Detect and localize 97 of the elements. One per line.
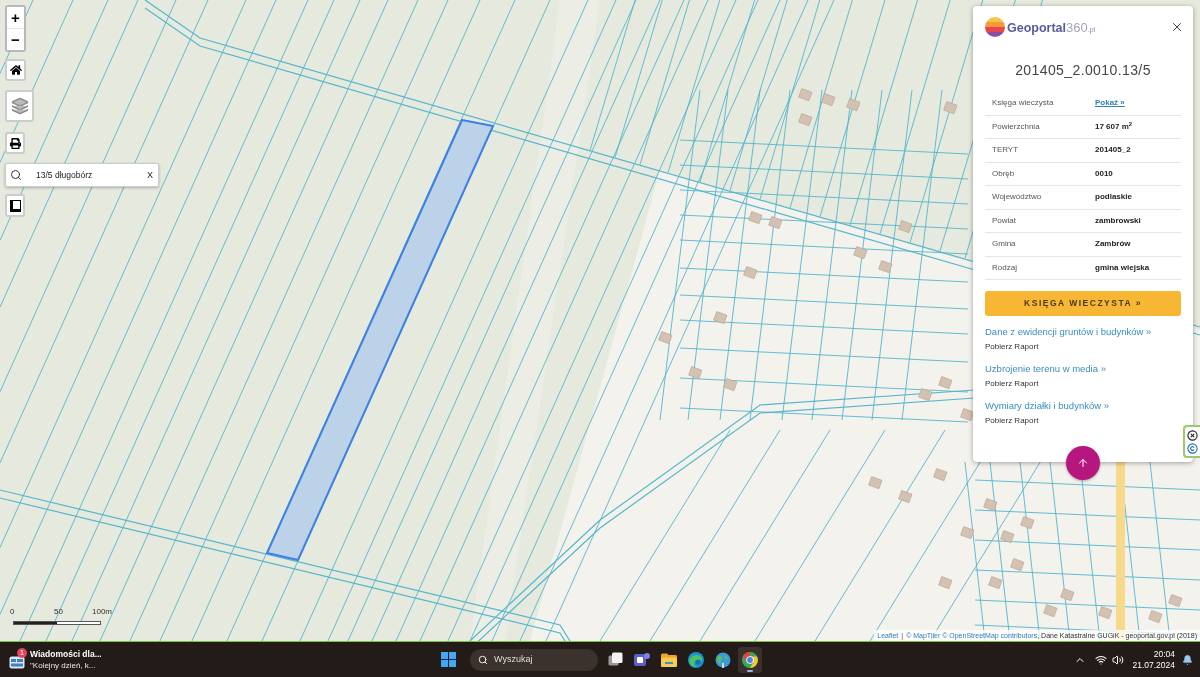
copyright-icon[interactable]: [1187, 442, 1198, 454]
field-value: gmina wiejska: [1095, 261, 1150, 274]
building-footprint: [898, 490, 913, 504]
building-footprint: [798, 88, 813, 102]
report-link[interactable]: Dane z ewidencji gruntów i budynków »: [985, 326, 1152, 338]
close-icon: [1170, 20, 1184, 34]
striped-ball-logo-icon: [985, 17, 1005, 37]
building-footprint: [960, 526, 975, 540]
widget-board-icon: [9, 655, 25, 669]
building-footprint: [1010, 558, 1025, 572]
layers-icon: [10, 97, 29, 115]
building-footprint: [798, 113, 813, 127]
building-footprint: [1020, 516, 1035, 530]
building-footprint: [1168, 594, 1183, 608]
wifi-icon[interactable]: [1095, 653, 1108, 666]
field-label: Gmina: [992, 238, 1017, 251]
building-footprint: [1148, 610, 1163, 624]
report-link[interactable]: Wymiary działki i budynków »: [985, 400, 1109, 412]
building-footprint: [743, 266, 758, 280]
swirl-circle-icon: [688, 651, 704, 668]
building-footprint: [938, 376, 953, 390]
close-circle-icon[interactable]: [1187, 429, 1198, 441]
field-value: 201405_2: [1095, 144, 1131, 157]
layers-button[interactable]: [5, 90, 34, 122]
zoom-in-button[interactable]: +: [7, 7, 24, 28]
building-footprint: [846, 98, 861, 112]
parcel-title: 201405_2.0010.13/5: [1015, 62, 1151, 78]
globe-icon: [715, 651, 731, 668]
search-icon: [10, 169, 22, 181]
building-footprint: [983, 498, 998, 512]
building-footprint: [988, 576, 1003, 590]
arrow-up-icon: [1077, 457, 1089, 469]
building-footprint: [943, 101, 958, 115]
tricolor-circle-icon: [742, 651, 758, 668]
stacked-windows-icon: [607, 652, 623, 667]
building-footprint: [938, 576, 953, 590]
field-label: Rodzaj: [992, 261, 1018, 274]
building-footprint: [1098, 606, 1113, 620]
taskbar-search-field[interactable]: Wyszukaj: [470, 648, 598, 671]
building-footprint: [748, 211, 763, 225]
building-footprint: [853, 246, 868, 260]
search-icon: [478, 654, 488, 665]
field-label: TERYT: [992, 144, 1020, 157]
zoom-out-button[interactable]: −: [7, 29, 24, 50]
bookmark-button[interactable]: [5, 194, 25, 217]
field-value: podlaskie: [1095, 191, 1132, 204]
field-label: Województwo: [992, 191, 1043, 204]
search-field[interactable]: 13/5 długobórz X: [5, 163, 159, 187]
close-button[interactable]: [1170, 20, 1184, 34]
show-link[interactable]: Pokaż »: [1095, 97, 1125, 110]
building-footprint: [933, 468, 948, 482]
field-value: 0010: [1095, 167, 1113, 180]
building-footprint: [1043, 604, 1058, 618]
building-footprint: [713, 311, 728, 325]
download-report-link[interactable]: Pobierz Raport: [985, 415, 1039, 427]
building-footprint: [878, 260, 893, 274]
building-footprint: [723, 378, 738, 392]
widget-title: Wiadomości dla...: [30, 648, 102, 660]
field-label: Powierzchnia: [992, 120, 1041, 133]
land-register-button[interactable]: KSIĘGA WIECZYSTA »: [985, 291, 1181, 316]
field-label: Księga wieczysta: [992, 97, 1055, 110]
field-label: Powiat: [992, 214, 1017, 227]
start-button[interactable]: [441, 652, 456, 667]
download-report-link[interactable]: Pobierz Raport: [985, 378, 1039, 390]
clear-search-button[interactable]: X: [147, 170, 153, 180]
building-footprint: [868, 476, 883, 490]
widget-subtitle: "Kolejny dzień, k...: [30, 659, 97, 671]
field-value: Zambrów: [1095, 238, 1131, 251]
home-icon: [9, 64, 22, 76]
print-icon: [9, 137, 21, 149]
download-report-link[interactable]: Pobierz Raport: [985, 341, 1039, 353]
taskbar-app-button[interactable]: [738, 646, 762, 673]
home-button[interactable]: [5, 59, 26, 81]
scale-label: 50: [54, 606, 63, 618]
building-footprint: [898, 220, 913, 234]
volume-icon[interactable]: [1112, 653, 1125, 666]
app-tile-icon: [634, 652, 650, 667]
scale-label: 0: [10, 606, 15, 618]
report-link[interactable]: Uzbrojenie terenu w media »: [985, 363, 1106, 375]
building-footprint: [918, 388, 933, 402]
building-footprint: [1060, 588, 1075, 602]
field-value: 17 607 m$^{2}$: [1095, 120, 1133, 133]
notification-bell-icon[interactable]: [1182, 653, 1193, 666]
building-footprint: [960, 408, 975, 422]
building-footprint: [1000, 530, 1015, 544]
scale-label: 100m: [92, 606, 112, 618]
print-button[interactable]: [5, 132, 25, 154]
folder-icon: [661, 652, 677, 667]
clock-button[interactable]: 20:04 21.07.2024: [1132, 648, 1175, 671]
building-footprint: [768, 216, 783, 230]
field-label: Obręb: [992, 167, 1016, 180]
building-footprint: [658, 331, 673, 345]
four-squares-logo-icon: [441, 652, 456, 667]
field-value: zambrowski: [1095, 214, 1141, 227]
building-footprint: [821, 93, 836, 107]
building-footprint: [688, 366, 703, 380]
corner-square-icon: [9, 199, 21, 212]
